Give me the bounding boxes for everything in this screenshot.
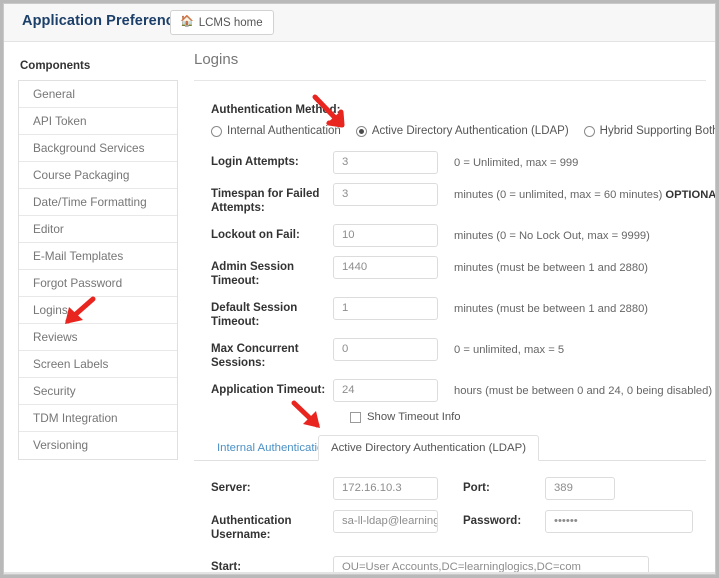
lockout-on-fail-input[interactable]: 10 — [333, 224, 438, 247]
radio-label: Active Directory Authentication (LDAP) — [371, 125, 569, 137]
sidebar-item-logins[interactable]: Logins — [19, 297, 177, 324]
app-window: Application Preferences 🏠 LCMS home Comp… — [3, 3, 716, 575]
hint-text: minutes (must be between 1 and 2880) — [454, 262, 649, 274]
authentication-username-label: Authentication Username: — [211, 515, 292, 541]
hint-text: minutes (must be between 1 and 2880) — [454, 303, 649, 315]
auth-method-label: Authentication Method: — [211, 103, 341, 116]
timespan-for-failed-attempts-hint: minutes (0 = unlimited, max = 60 minutes… — [454, 183, 716, 202]
sidebar-item-forgot-password[interactable]: Forgot Password — [19, 270, 177, 297]
sidebar: Components General API Token Background Se… — [18, 60, 178, 460]
page-title: Application Preferences — [22, 13, 191, 29]
password-input[interactable]: •••••• — [545, 510, 693, 533]
hint-emphasis: OPTIONAL — [665, 189, 716, 201]
sidebar-item-versioning[interactable]: Versioning — [19, 432, 177, 459]
field-row-admin-session-timeout: Admin Session Timeout: 1440 minutes (must … — [194, 256, 706, 288]
hint-text: minutes (0 = unlimited, max = 60 minutes… — [454, 189, 666, 201]
radio-option-hybrid-supporting-both[interactable]: Hybrid Supporting Both — [583, 125, 716, 137]
settings-field-list: Login Attempts: 3 0 = Unlimited, max = 999… — [194, 151, 715, 402]
auth-tabs: Internal Authentication Active Directory… — [194, 435, 706, 461]
admin-session-timeout-label: Admin Session Timeout: — [211, 261, 295, 287]
login-attempts-label: Login Attempts: — [211, 156, 299, 168]
radio-dot[interactable] — [583, 125, 595, 137]
sidebar-item-editor[interactable]: Editor — [19, 216, 177, 243]
hint-text: 0 = unlimited, max = 5 — [454, 344, 565, 356]
lcms-home-label: LCMS home — [198, 16, 263, 29]
admin-session-timeout-hint: minutes (must be between 1 and 2880) — [454, 256, 648, 275]
max-concurrent-sessions-label: Max Concurrent Sessions: — [211, 343, 299, 369]
login-attempts-hint: 0 = Unlimited, max = 999 — [454, 151, 578, 170]
field-row-application-timeout: Application Timeout: 24 hours (must be bet… — [194, 379, 712, 402]
radio-label: Internal Authentication — [227, 125, 341, 137]
field-row-lockout-on-fail: Lockout on Fail: 10 minutes (0 = No Lock O… — [194, 224, 706, 247]
sidebar-item-course-packaging[interactable]: Course Packaging — [19, 162, 177, 189]
components-list: General API Token Background Services Cours… — [18, 80, 178, 460]
radio-dot[interactable] — [211, 125, 222, 137]
sidebar-item-date-time-formatting[interactable]: Date/Time Formatting — [19, 189, 177, 216]
sidebar-heading: Components — [20, 60, 91, 72]
lockout-on-fail-hint: minutes (0 = No Lock Out, max = 9999) — [454, 224, 650, 243]
ldap-username-row: Authentication Username: sa-ll-ldap@lear… — [194, 510, 706, 542]
sidebar-item-reviews[interactable]: Reviews — [19, 324, 177, 351]
timespan-for-failed-attempts-label: Timespan for Failed Attempts: — [211, 188, 320, 214]
show-timeout-info-checkbox[interactable] — [350, 411, 361, 423]
authentication-username-input[interactable]: sa-ll-ldap@learninglogics.com — [333, 510, 438, 533]
lcms-home-button[interactable]: 🏠 LCMS home — [170, 10, 274, 35]
sidebar-item-background-services[interactable]: Background Services — [19, 135, 177, 162]
server-input[interactable]: 172.16.10.3 — [333, 477, 438, 500]
sidebar-item-security[interactable]: Security — [19, 378, 177, 405]
max-concurrent-sessions-input[interactable]: 0 — [333, 338, 438, 361]
hint-text: hours (must be between 0 and 24, 0 being… — [454, 385, 713, 397]
radio-option-active-directory-authentication-ldap[interactable]: Active Directory Authentication (LDAP) — [355, 125, 569, 137]
field-row-default-session-timeout: Default Session Timeout: 1 minutes (must b… — [194, 297, 706, 329]
field-row-timespan-for-failed-attempts: Timespan for Failed Attempts: 3 minutes (0… — [194, 183, 715, 215]
radio-option-internal-authentication[interactable]: Internal Authentication — [211, 125, 341, 137]
ldap-server-row: Server: 172.16.10.3 Port: 389 — [194, 477, 706, 500]
home-icon: 🏠 — [180, 15, 194, 28]
login-attempts-input[interactable]: 3 — [333, 151, 438, 174]
lockout-on-fail-label: Lockout on Fail: — [211, 229, 300, 241]
field-row-login-attempts: Login Attempts: 3 0 = Unlimited, max = 999 — [194, 151, 706, 174]
bottom-edge — [4, 572, 715, 574]
show-timeout-info-row[interactable]: Show Timeout Info — [194, 411, 706, 423]
sidebar-item-api-token[interactable]: API Token — [19, 108, 177, 135]
radio-dot[interactable] — [355, 125, 367, 137]
hint-text: minutes (0 = No Lock Out, max = 9999) — [454, 230, 650, 242]
show-timeout-info-label: Show Timeout Info — [367, 411, 461, 423]
hint-text: 0 = Unlimited, max = 999 — [454, 157, 579, 169]
default-session-timeout-hint: minutes (must be between 1 and 2880) — [454, 297, 648, 316]
application-timeout-hint: hours (must be between 0 and 24, 0 being… — [454, 379, 712, 398]
section-title: Logins — [194, 51, 239, 68]
timespan-for-failed-attempts-input[interactable]: 3 — [333, 183, 438, 206]
admin-session-timeout-input[interactable]: 1440 — [333, 256, 438, 279]
port-label: Port: — [463, 482, 490, 494]
main-content: Logins Authentication Method: Internal A… — [194, 51, 715, 574]
sidebar-item-e-mail-templates[interactable]: E-Mail Templates — [19, 243, 177, 270]
ldap-settings-panel: Server: 172.16.10.3 Port: 389 Authentica… — [194, 461, 706, 574]
field-row-max-concurrent-sessions: Max Concurrent Sessions: 0 0 = unlimited, … — [194, 338, 706, 370]
radio-label: Hybrid Supporting Both — [599, 125, 716, 137]
sidebar-item-tdm-integration[interactable]: TDM Integration — [19, 405, 177, 432]
sidebar-item-general[interactable]: General — [19, 81, 177, 108]
default-session-timeout-label: Default Session Timeout: — [211, 302, 298, 328]
app-header: Application Preferences 🏠 LCMS home — [4, 4, 715, 42]
port-input[interactable]: 389 — [545, 477, 615, 500]
password-label: Password: — [463, 515, 522, 527]
server-label: Server: — [211, 482, 251, 494]
title-divider — [194, 80, 706, 81]
application-timeout-input[interactable]: 24 — [333, 379, 438, 402]
default-session-timeout-input[interactable]: 1 — [333, 297, 438, 320]
sidebar-item-screen-labels[interactable]: Screen Labels — [19, 351, 177, 378]
application-timeout-label: Application Timeout: — [211, 384, 326, 396]
auth-method-radio-group: Internal Authentication Active Directory … — [194, 125, 715, 137]
tab-active-directory-authentication[interactable]: Active Directory Authentication (LDAP) — [318, 435, 539, 461]
max-concurrent-sessions-hint: 0 = unlimited, max = 5 — [454, 338, 564, 357]
